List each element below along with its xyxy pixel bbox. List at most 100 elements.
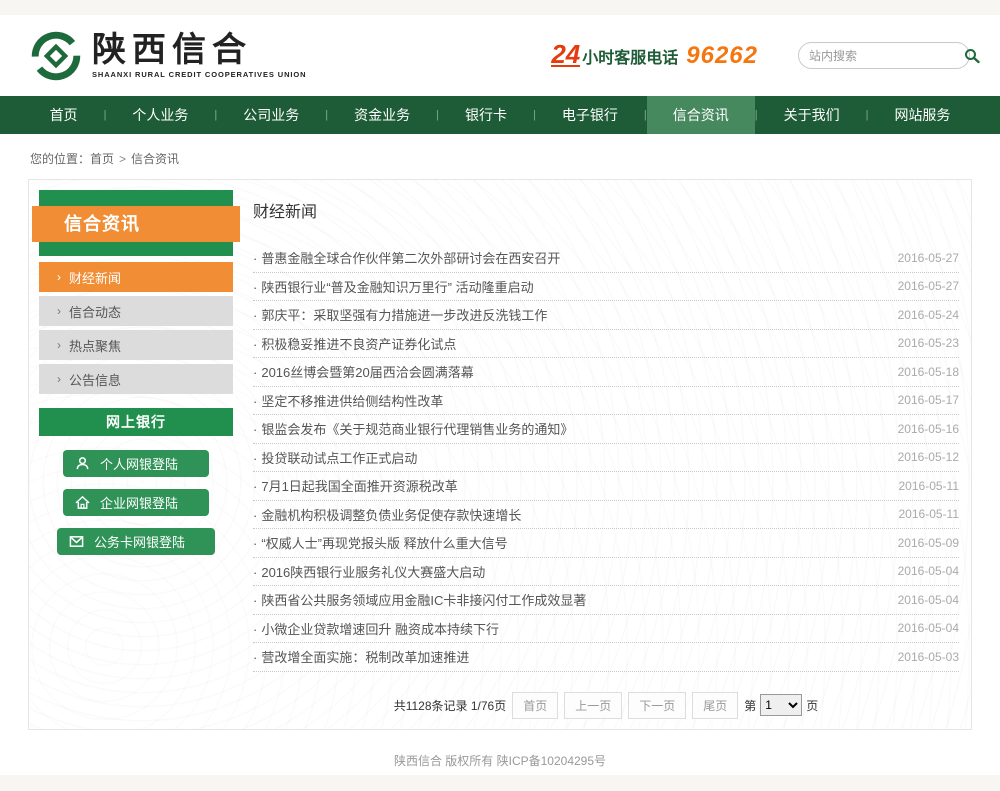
news-link[interactable]: 金融机构积极调整负债业务促使存款快速增长 — [253, 505, 521, 524]
logo-emblem-icon — [30, 30, 82, 82]
nav-item: 网站服务 — [868, 96, 976, 134]
official-card-ebank-label: 公务卡网银登陆 — [94, 532, 185, 551]
news-date: 2016-05-23 — [898, 336, 959, 350]
main-container: 信合资讯 › 财经新闻 › 信合动态 › 热点聚焦 ›公告信息 — [28, 179, 972, 730]
nav-link[interactable]: 资金业务 — [328, 96, 436, 134]
news-link[interactable]: 普惠金融全球合作伙伴第二次外部研讨会在西安召开 — [253, 248, 560, 267]
sidebar-menu-link[interactable]: › 财经新闻 — [39, 262, 233, 292]
news-row: 坚定不移推进供给侧结构性改革 2016-05-17 — [253, 387, 959, 416]
personal-ebank-login-button[interactable]: 个人网银登陆 — [63, 450, 209, 477]
news-date: 2016-05-27 — [898, 279, 959, 293]
corporate-ebank-login-button[interactable]: 企业网银登陆 — [63, 489, 209, 516]
sidebar-menu-label: 热点聚焦 — [69, 336, 121, 355]
corporate-ebank-label: 企业网银登陆 — [100, 493, 178, 512]
official-card-ebank-login-button[interactable]: 公务卡网银登陆 — [57, 528, 215, 555]
sidebar-menu-item: ›公告信息 — [39, 364, 233, 394]
news-link[interactable]: 陕西省公共服务领域应用金融IC卡非接闪付工作成效显著 — [253, 590, 586, 609]
last-page-button[interactable]: 尾页 — [692, 692, 738, 719]
copyright-text: 陕西信合 版权所有 陕ICP备10204295号 — [394, 754, 606, 768]
header: 陕西信合 SHAANXI RURAL CREDIT COOPERATIVES U… — [0, 15, 1000, 96]
nav-list: 首页 个人业务 公司业务 资金业务 银行卡 电子银行 信合资讯 — [0, 96, 1000, 134]
news-date: 2016-05-18 — [898, 365, 959, 379]
page-select-prefix: 第 — [744, 697, 756, 714]
bottom-strip — [0, 775, 1000, 791]
nav-link[interactable]: 信合资讯 — [647, 96, 755, 134]
hotline-label: 小时客服电话 — [582, 44, 678, 68]
hotline-number: 96262 — [686, 42, 758, 70]
logo-subtitle: SHAANXI RURAL CREDIT COOPERATIVES UNION — [92, 70, 306, 79]
sidebar-section-title: 信合资讯 — [32, 206, 240, 242]
sidebar-menu-link[interactable]: › 信合动态 — [39, 296, 233, 326]
first-page-button[interactable]: 首页 — [512, 692, 558, 719]
nav-link[interactable]: 公司业务 — [217, 96, 325, 134]
page-select[interactable]: 1 — [760, 694, 802, 716]
news-row: 营改增全面实施：税制改革加速推进 2016-05-03 — [253, 643, 959, 672]
news-link[interactable]: 2016陕西银行业服务礼仪大赛盛大启动 — [253, 562, 485, 581]
news-link[interactable]: 坚定不移推进供给侧结构性改革 — [253, 391, 443, 410]
nav-link[interactable]: 银行卡 — [439, 96, 533, 134]
search-input[interactable] — [809, 49, 964, 63]
breadcrumb-prefix: 您的位置： — [30, 152, 90, 166]
news-row: 陕西省公共服务领域应用金融IC卡非接闪付工作成效显著 2016-05-04 — [253, 586, 959, 615]
top-strip — [0, 0, 1000, 15]
news-link[interactable]: 小微企业贷款增速回升 融资成本持续下行 — [253, 619, 499, 638]
sidebar: 信合资讯 › 财经新闻 › 信合动态 › 热点聚焦 ›公告信息 — [39, 190, 233, 719]
news-date: 2016-05-04 — [898, 564, 959, 578]
chevron-right-icon: › — [57, 271, 61, 283]
news-link[interactable]: 7月1日起我国全面推开资源税改革 — [253, 476, 458, 495]
news-row: 2016陕西银行业服务礼仪大赛盛大启动 2016-05-04 — [253, 558, 959, 587]
logo[interactable]: 陕西信合 SHAANXI RURAL CREDIT COOPERATIVES U… — [30, 30, 306, 82]
home-icon — [75, 495, 90, 510]
news-link[interactable]: 2016丝博会暨第20届西洽会圆满落幕 — [253, 362, 474, 381]
chevron-right-icon: › — [57, 305, 61, 317]
sidebar-menu-link[interactable]: › 热点聚焦 — [39, 330, 233, 360]
prev-page-button[interactable]: 上一页 — [564, 692, 622, 719]
sidebar-menu-item: › 财经新闻 — [39, 262, 233, 292]
sidebar-menu-label: 信合动态 — [69, 302, 121, 321]
news-link[interactable]: 银监会发布《关于规范商业银行代理销售业务的通知》 — [253, 419, 573, 438]
sidebar-menu: › 财经新闻 › 信合动态 › 热点聚焦 ›公告信息 — [39, 262, 233, 394]
online-banking-buttons: 个人网银登陆 企业网银登陆 公务卡网银登陆 — [39, 436, 233, 571]
news-link[interactable]: 投贷联动试点工作正式启动 — [253, 448, 417, 467]
nav-link[interactable]: 首页 — [24, 96, 104, 134]
nav-item: 资金业务 — [328, 96, 439, 134]
breadcrumb-separator: > — [119, 152, 126, 166]
search-button[interactable] — [964, 48, 980, 64]
breadcrumb: 您的位置：首页 > 信合资讯 — [28, 134, 972, 179]
news-link[interactable]: 陕西银行业“普及金融知识万里行” 活动隆重启动 — [253, 277, 534, 296]
sidebar-menu-link[interactable]: ›公告信息 — [39, 364, 233, 394]
news-row: “权威人士”再现党报头版 释放什么重大信号 2016-05-09 — [253, 529, 959, 558]
page-select-suffix: 页 — [806, 697, 818, 714]
news-date: 2016-05-17 — [898, 393, 959, 407]
nav-item: 电子银行 — [536, 96, 647, 134]
chevron-right-icon: › — [57, 339, 61, 351]
next-page-button[interactable]: 下一页 — [628, 692, 686, 719]
search-icon — [964, 48, 980, 64]
nav-link[interactable]: 电子银行 — [536, 96, 644, 134]
news-link[interactable]: 郭庆平：采取坚强有力措施进一步改进反洗钱工作 — [253, 305, 547, 324]
content-area: 财经新闻 普惠金融全球合作伙伴第二次外部研讨会在西安召开 2016-05-27 … — [253, 190, 961, 719]
news-date: 2016-05-03 — [898, 650, 959, 664]
news-link[interactable]: “权威人士”再现党报头版 释放什么重大信号 — [253, 533, 508, 552]
nav-link[interactable]: 关于我们 — [758, 96, 866, 134]
news-date: 2016-05-04 — [898, 621, 959, 635]
news-date: 2016-05-11 — [899, 479, 960, 493]
breadcrumb-home-link[interactable]: 首页 — [90, 152, 114, 166]
nav-link[interactable]: 网站服务 — [868, 96, 976, 134]
news-row: 陕西银行业“普及金融知识万里行” 活动隆重启动 2016-05-27 — [253, 273, 959, 302]
sidebar-menu-label: 公告信息 — [69, 370, 121, 389]
sidebar-menu-item: › 信合动态 — [39, 296, 233, 326]
nav-item: 首页 — [24, 96, 107, 134]
nav-link[interactable]: 个人业务 — [106, 96, 214, 134]
news-row: 普惠金融全球合作伙伴第二次外部研讨会在西安召开 2016-05-27 — [253, 244, 959, 273]
news-date: 2016-05-12 — [898, 450, 959, 464]
sidebar-section-header: 信合资讯 — [39, 190, 233, 256]
news-date: 2016-05-04 — [898, 593, 959, 607]
news-row: 2016丝博会暨第20届西洽会圆满落幕 2016-05-18 — [253, 358, 959, 387]
news-link[interactable]: 积极稳妥推进不良资产证券化试点 — [253, 334, 456, 353]
news-row: 郭庆平：采取坚强有力措施进一步改进反洗钱工作 2016-05-24 — [253, 301, 959, 330]
news-link[interactable]: 营改增全面实施：税制改革加速推进 — [253, 647, 469, 666]
sidebar-menu-label: 财经新闻 — [69, 268, 121, 287]
nav-item: 银行卡 — [439, 96, 536, 134]
breadcrumb-current-link[interactable]: 信合资讯 — [131, 152, 179, 166]
